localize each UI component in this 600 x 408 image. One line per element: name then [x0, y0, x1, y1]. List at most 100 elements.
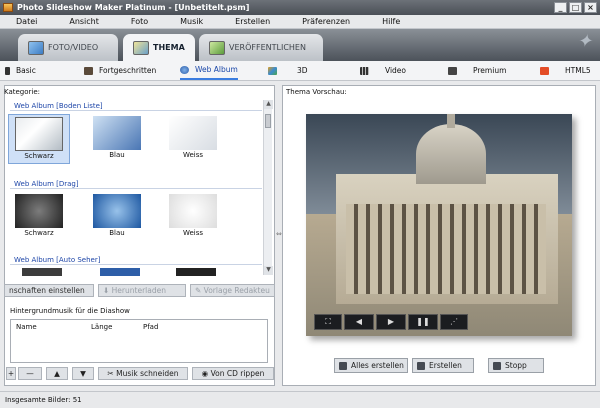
pause-icon[interactable]: ❚❚	[408, 314, 438, 330]
photo-video-icon	[28, 40, 44, 55]
theme-thumb-drag-weiss[interactable]: Weiss	[162, 192, 224, 242]
musik-schneiden-button[interactable]: ✂ Musik schneiden	[98, 367, 188, 380]
subtab-web-album[interactable]: Web Album	[180, 61, 238, 80]
menu-bar: Datei Ansicht Foto Musik Erstellen Präfe…	[0, 15, 600, 29]
tab-label: FOTO/VIDEO	[48, 43, 99, 52]
vorlage-redakteur-button[interactable]: ✎ Vorlage Redakteu	[190, 284, 275, 297]
menu-foto[interactable]: Foto	[115, 15, 164, 28]
previous-icon[interactable]: ◀	[344, 314, 374, 330]
eigenschaften-button[interactable]: nschaften einstellen	[4, 284, 94, 297]
group-divider	[10, 264, 262, 265]
theme-preview-image	[15, 194, 63, 228]
thumb-label: Schwarz	[24, 229, 54, 237]
music-list[interactable]: Name Länge Pfad	[10, 319, 268, 363]
add-music-button[interactable]: +	[6, 367, 16, 380]
preview-controls: ⛶ ◀ ▶ ❚❚ ⋰	[314, 314, 468, 330]
download-icon: ⬇	[103, 286, 112, 295]
remove-icon[interactable]: —	[18, 367, 42, 380]
web-album-icon	[180, 65, 189, 74]
theme-thumb-partial[interactable]	[22, 268, 62, 276]
column-laenge[interactable]: Länge	[91, 323, 112, 331]
app-icon	[3, 3, 13, 12]
music-title: Hintergrundmusik für die Diashow	[10, 307, 130, 315]
subtab-label: Fortgeschritten	[99, 66, 157, 75]
move-up-icon[interactable]: ▲	[46, 367, 68, 380]
publish-icon	[209, 40, 225, 55]
thumb-label: Schwarz	[24, 152, 54, 160]
group-title: Web Album [Auto Seher]	[14, 256, 101, 264]
alles-erstellen-button[interactable]: Alles erstellen	[334, 358, 408, 373]
gallery-scrollbar[interactable]: ▲ ▼	[263, 100, 273, 275]
theme-thumb-partial[interactable]	[100, 268, 140, 276]
preview-columns	[346, 204, 546, 294]
von-cd-rippen-button[interactable]: ◉ Von CD rippen	[192, 367, 274, 380]
subtab-label: Web Album	[195, 65, 238, 74]
subtab-label: HTML5	[565, 66, 591, 75]
tab-veroeffentlichen[interactable]: VERÖFFENTLICHEN	[199, 34, 323, 61]
move-down-icon[interactable]: ▼	[72, 367, 94, 380]
scroll-up-icon[interactable]: ▲	[264, 100, 273, 109]
thumb-label: Blau	[109, 151, 125, 159]
subtab-video[interactable]: Video	[360, 61, 406, 80]
theme-thumb-blau[interactable]: Blau	[86, 114, 148, 164]
maximize-button[interactable]: □	[569, 2, 582, 13]
thumb-label: Blau	[109, 229, 125, 237]
button-label: Alles erstellen	[351, 361, 404, 370]
theme-thumb-drag-schwarz[interactable]: Schwarz	[8, 192, 70, 242]
category-label: Kategorie:	[4, 88, 41, 96]
subtab-3d[interactable]: 3D	[268, 61, 308, 80]
subtab-label: Video	[385, 66, 407, 75]
theme-thumb-partial[interactable]	[176, 268, 216, 276]
close-button[interactable]: ×	[584, 2, 597, 13]
button-label: Stopp	[505, 361, 527, 370]
app-logo: ✦	[576, 31, 592, 52]
theme-thumb-weiss[interactable]: Weiss	[162, 114, 224, 164]
erstellen-button[interactable]: Erstellen	[412, 358, 474, 373]
menu-erstellen[interactable]: Erstellen	[219, 15, 286, 28]
button-label: Erstellen	[429, 361, 462, 370]
menu-musik[interactable]: Musik	[164, 15, 219, 28]
column-pfad[interactable]: Pfad	[143, 323, 158, 331]
minimize-button[interactable]: _	[554, 2, 567, 13]
theme-preview: ⛶ ◀ ▶ ❚❚ ⋰	[306, 114, 572, 336]
stop-icon	[493, 361, 501, 370]
tab-label: VERÖFFENTLICHEN	[229, 43, 306, 52]
title-bar: Photo Slideshow Maker Platinum - [Unbeti…	[0, 0, 600, 15]
column-name[interactable]: Name	[16, 323, 37, 331]
menu-ansicht[interactable]: Ansicht	[53, 15, 115, 28]
camera-icon	[84, 66, 93, 75]
theme-action-row: nschaften einstellen ⬇ Herunterladen ✎ V…	[4, 284, 275, 298]
3d-icon	[268, 66, 277, 75]
panel-splitter[interactable]: ⇔	[276, 230, 282, 240]
fullscreen-icon[interactable]: ⛶	[314, 314, 342, 330]
thumbnails-icon[interactable]: ⋰	[440, 314, 468, 330]
theme-preview-image	[93, 116, 141, 150]
tab-foto-video[interactable]: FOTO/VIDEO	[18, 34, 118, 61]
status-bar: Insgesamte Bilder: 51	[0, 391, 600, 408]
subtab-fortgeschritten[interactable]: Fortgeschritten	[84, 61, 156, 80]
subtab-label: 3D	[297, 66, 308, 75]
scroll-down-icon[interactable]: ▼	[264, 266, 273, 275]
theme-thumb-drag-blau[interactable]: Blau	[86, 192, 148, 242]
next-icon[interactable]: ▶	[376, 314, 406, 330]
stopp-button[interactable]: Stopp	[488, 358, 544, 373]
theme-preview-image	[93, 194, 141, 228]
theme-thumb-schwarz[interactable]: Schwarz	[8, 114, 70, 164]
herunterladen-button[interactable]: ⬇ Herunterladen	[98, 284, 186, 297]
menu-hilfe[interactable]: Hilfe	[366, 15, 416, 28]
menu-datei[interactable]: Datei	[0, 15, 53, 28]
build-all-icon	[339, 361, 347, 370]
preview-dome	[416, 124, 486, 184]
build-icon	[417, 361, 425, 370]
theme-preview-image	[169, 194, 217, 228]
tab-thema[interactable]: THEMA	[123, 34, 195, 61]
theme-preview-image	[15, 117, 63, 151]
scissors-icon: ✂	[107, 369, 117, 378]
menu-praeferenzen[interactable]: Präferenzen	[286, 15, 366, 28]
theme-gallery: Web Album [Boden Liste] Schwarz Blau Wei…	[6, 98, 262, 276]
subtab-premium[interactable]: Premium	[448, 61, 506, 80]
subtab-basic[interactable]: Basic	[5, 61, 36, 80]
scroll-thumb[interactable]	[265, 114, 271, 128]
basic-icon	[5, 66, 10, 75]
subtab-html5[interactable]: HTML5	[540, 61, 591, 80]
